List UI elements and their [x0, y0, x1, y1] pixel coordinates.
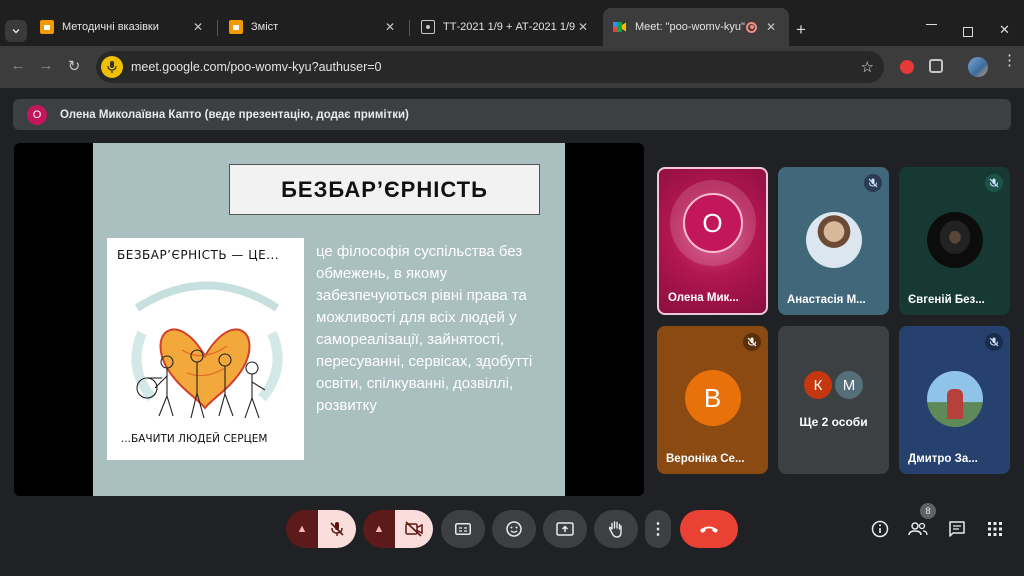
- back-icon[interactable]: ←: [8, 57, 28, 74]
- tab-divider: [217, 20, 218, 36]
- participant-photo: [805, 212, 862, 268]
- slide-body-text: це філософія суспільства без обмежень, в…: [316, 243, 533, 414]
- microphone-toggle-button[interactable]: [318, 510, 356, 548]
- info-icon: [871, 520, 889, 538]
- tab-title: Meet: "poo-womv-kyu": [635, 21, 745, 33]
- tab-metodychni[interactable]: Методичні вказівки ✕: [30, 8, 216, 46]
- browser-menu-icon[interactable]: ⋮: [1002, 53, 1017, 68]
- mic-off-icon: [330, 522, 344, 536]
- audio-settings-button[interactable]: ▲: [286, 510, 318, 548]
- avatar-m: М: [833, 369, 865, 401]
- chevron-down-icon: [12, 28, 20, 34]
- avatar-k: К: [802, 369, 834, 401]
- tab-divider: [409, 20, 410, 36]
- people-count-badge: 8: [920, 503, 936, 519]
- bookmark-star-icon[interactable]: ☆: [861, 58, 874, 76]
- mic-off-icon: [743, 333, 761, 351]
- presenter-avatar: О: [27, 104, 47, 125]
- meeting-details-button[interactable]: [869, 518, 891, 540]
- extensions-icon[interactable]: [929, 59, 943, 73]
- people-icon: [908, 522, 928, 536]
- heart-hands-illustration: [131, 281, 283, 419]
- close-icon[interactable]: ✕: [382, 20, 398, 34]
- participant-photo: [926, 371, 983, 427]
- avatar: В: [684, 370, 741, 426]
- close-icon[interactable]: ✕: [575, 20, 591, 34]
- meet-icon: [613, 20, 627, 34]
- participant-tile-more[interactable]: К М Ще 2 особи: [778, 326, 889, 474]
- end-call-icon: [700, 526, 718, 533]
- camera-toggle-button[interactable]: [395, 510, 433, 548]
- slide-title: БЕЗБАР’ЄРНІСТЬ: [229, 164, 540, 215]
- present-screen-button[interactable]: [543, 510, 587, 548]
- participant-name: Ще 2 особи: [799, 415, 868, 429]
- more-vert-icon: ⋮: [650, 521, 666, 538]
- tab-zmist[interactable]: Зміст ✕: [219, 8, 408, 46]
- slide-illustration: БЕЗБАР’ЄРНІСТЬ — ЦЕ... ...БАЧИТИ ЛЮДЕЙ С…: [107, 238, 304, 460]
- tab-strip: Методичні вказівки ✕ Зміст ✕ ТТ-2021 1/9…: [0, 0, 1024, 46]
- participant-photo: [926, 212, 983, 268]
- close-window-button[interactable]: ✕: [999, 22, 1010, 38]
- illustration-caption-bottom: ...БАЧИТИ ЛЮДЕЙ СЕРЦЕМ: [121, 433, 268, 445]
- chat-button[interactable]: [946, 518, 968, 540]
- avatar: О: [682, 193, 743, 253]
- participant-name: Євгеній Без...: [908, 294, 985, 306]
- participant-tile-veronika[interactable]: В Вероніка Се...: [657, 326, 768, 474]
- participant-name: Олена Мик...: [668, 292, 739, 304]
- chat-icon: [949, 521, 965, 537]
- forward-icon[interactable]: →: [36, 57, 56, 74]
- minimize-button[interactable]: [926, 24, 937, 25]
- present-icon: [556, 522, 574, 536]
- presentation-slide: БЕЗБАР’ЄРНІСТЬ БЕЗБАР’ЄРНІСТЬ — ЦЕ... ..…: [93, 143, 565, 496]
- browser-toolbar: ← → ↻ meet.google.com/poo-womv-kyu?authu…: [0, 46, 1024, 88]
- participant-tile-olena[interactable]: О Олена Мик...: [657, 167, 768, 315]
- slides-icon: [40, 20, 54, 34]
- reload-icon[interactable]: ↻: [64, 57, 84, 75]
- mic-off-icon: [985, 174, 1003, 192]
- profile-avatar[interactable]: [968, 57, 988, 77]
- participant-name: Анастасія М...: [787, 294, 866, 306]
- slides-icon: [229, 20, 243, 34]
- apps-grid-icon: [988, 522, 1002, 536]
- tab-title: Зміст: [251, 21, 279, 33]
- tab-classroom[interactable]: ТТ-2021 1/9 + АТ-2021 1/9 Ви ✕: [411, 8, 601, 46]
- raise-hand-icon: [608, 521, 622, 538]
- url-text: meet.google.com/poo-womv-kyu?authuser=0: [131, 60, 382, 74]
- mic-off-icon: [864, 174, 882, 192]
- camera-off-icon: [405, 521, 423, 537]
- participant-tile-anastasiia[interactable]: Анастасія М...: [778, 167, 889, 315]
- participant-name: Дмитро За...: [908, 453, 978, 465]
- close-icon[interactable]: ✕: [763, 20, 779, 34]
- video-settings-button[interactable]: ▲: [363, 510, 395, 548]
- participant-tile-yevhenii[interactable]: Євгеній Без...: [899, 167, 1010, 315]
- classroom-icon: [421, 20, 435, 34]
- emoji-icon: [506, 521, 522, 537]
- reactions-button[interactable]: [492, 510, 536, 548]
- new-tab-button[interactable]: +: [796, 20, 806, 40]
- tab-meet[interactable]: Meet: "poo-womv-kyu" ✕: [603, 8, 789, 46]
- close-icon[interactable]: ✕: [190, 20, 206, 34]
- presenter-text: Олена Миколаївна Капто (веде презентацію…: [60, 108, 409, 121]
- tab-title: ТТ-2021 1/9 + АТ-2021 1/9 Ви: [443, 21, 575, 33]
- mic-off-icon: [985, 333, 1003, 351]
- activities-button[interactable]: [984, 518, 1006, 540]
- participant-name: Вероніка Се...: [666, 453, 745, 465]
- tab-search-button[interactable]: [5, 20, 27, 42]
- captions-icon: [455, 523, 471, 535]
- participant-tile-dmytro[interactable]: Дмитро За...: [899, 326, 1010, 474]
- leave-call-button[interactable]: [680, 510, 738, 548]
- address-bar[interactable]: meet.google.com/poo-womv-kyu?authuser=0 …: [96, 51, 884, 83]
- people-button[interactable]: [907, 518, 929, 540]
- tab-title: Методичні вказівки: [62, 21, 159, 33]
- captions-button[interactable]: [441, 510, 485, 548]
- extension-record-icon[interactable]: [900, 60, 914, 74]
- presenter-banner: О Олена Миколаївна Капто (веде презентац…: [13, 99, 1011, 130]
- raise-hand-button[interactable]: [594, 510, 638, 548]
- recording-icon: [746, 21, 757, 33]
- more-options-button[interactable]: ⋮: [645, 510, 671, 548]
- restore-button[interactable]: [963, 27, 973, 37]
- mic-permission-icon[interactable]: [101, 56, 123, 78]
